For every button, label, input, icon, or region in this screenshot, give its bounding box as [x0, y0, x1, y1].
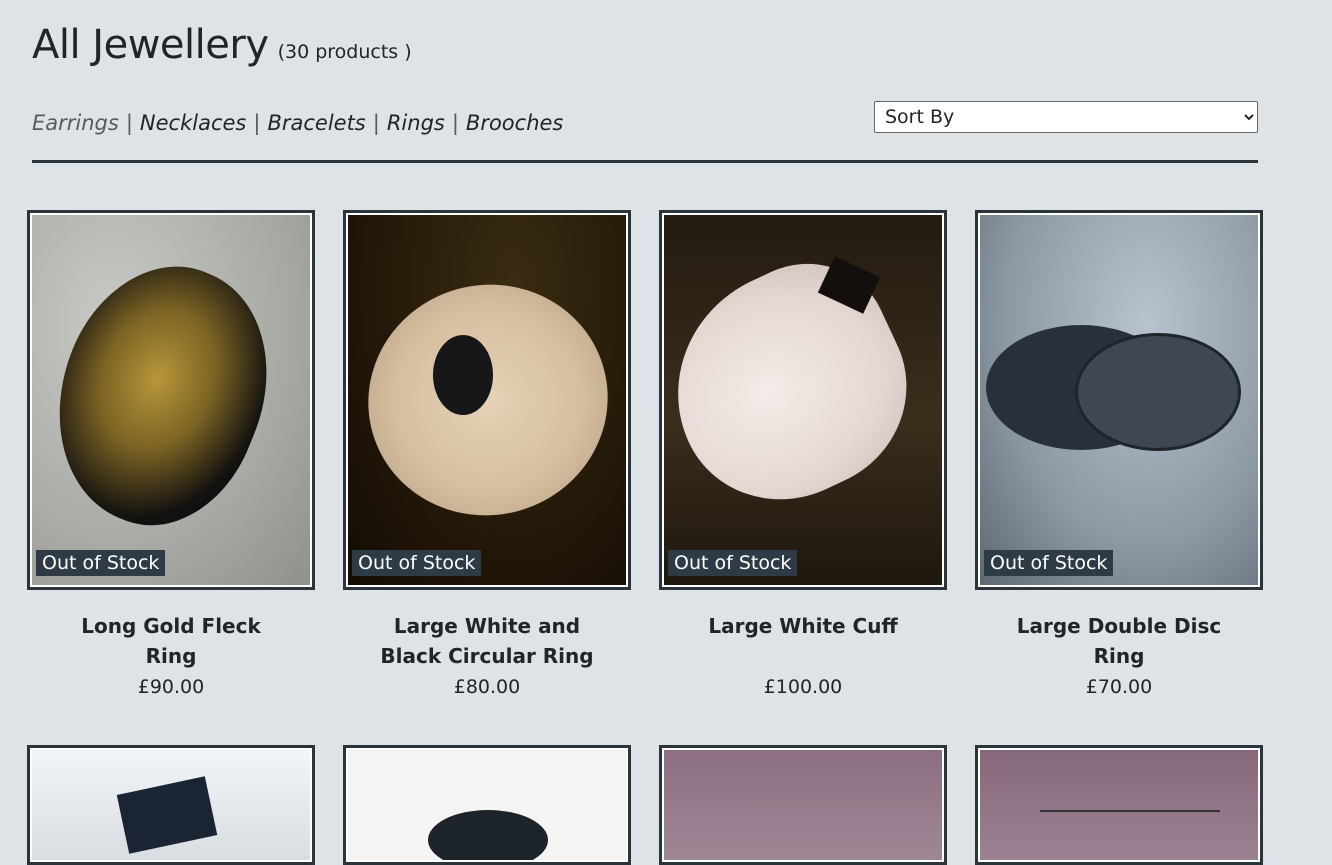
category-separator: | — [125, 111, 133, 135]
product-price: £70.00 — [1085, 676, 1153, 698]
chain-shape — [1040, 810, 1220, 812]
product-image[interactable] — [980, 215, 1258, 585]
product-price: £90.00 — [137, 676, 205, 698]
product-image-frame[interactable]: Out of Stock — [659, 210, 947, 590]
product-image-frame[interactable] — [659, 745, 947, 865]
product-image[interactable] — [32, 750, 310, 860]
product-card[interactable]: Out of Stock Large White Cuff £100.00 — [659, 210, 947, 698]
product-image[interactable] — [348, 215, 626, 585]
product-image-frame[interactable] — [27, 745, 315, 865]
product-name[interactable]: Large White and Black Circular Ring — [343, 611, 631, 671]
jewellery-shape — [428, 810, 548, 860]
product-card[interactable]: Out of Stock Large Double Disc Ring £70.… — [975, 210, 1263, 698]
product-card[interactable] — [27, 745, 315, 865]
jewellery-shape — [116, 776, 218, 854]
product-card[interactable]: Out of Stock Large White and Black Circu… — [343, 210, 631, 698]
category-link-earrings[interactable]: Earrings — [32, 111, 119, 135]
out-of-stock-badge: Out of Stock — [668, 550, 798, 576]
category-separator: | — [253, 111, 261, 135]
page-title: All Jewellery — [32, 22, 269, 68]
ring-shape — [348, 257, 626, 543]
product-name[interactable]: Large Double Disc Ring — [975, 611, 1263, 671]
product-name[interactable]: Large White Cuff — [659, 611, 947, 671]
disc-shape — [1075, 333, 1241, 451]
product-card[interactable] — [659, 745, 947, 865]
category-link-brooches[interactable]: Brooches — [466, 111, 563, 135]
product-card[interactable] — [975, 745, 1263, 865]
product-price: £80.00 — [453, 676, 521, 698]
product-image-frame[interactable] — [975, 745, 1263, 865]
ring-shape — [433, 335, 493, 415]
product-image[interactable] — [664, 750, 942, 860]
out-of-stock-badge: Out of Stock — [36, 550, 166, 576]
category-link-rings[interactable]: Rings — [387, 111, 445, 135]
cuff-shape — [664, 236, 940, 534]
product-name[interactable]: Long Gold Fleck Ring — [27, 611, 315, 671]
product-image[interactable] — [32, 215, 310, 585]
product-card[interactable]: Out of Stock Long Gold Fleck Ring £90.00 — [27, 210, 315, 698]
ring-shape — [32, 237, 304, 553]
sort-by-select[interactable]: Sort By — [874, 101, 1258, 133]
product-image[interactable] — [980, 750, 1258, 860]
product-price: £100.00 — [763, 676, 843, 698]
product-image-frame[interactable] — [343, 745, 631, 865]
out-of-stock-badge: Out of Stock — [352, 550, 482, 576]
product-image[interactable] — [348, 750, 626, 860]
category-link-bracelets[interactable]: Bracelets — [267, 111, 365, 135]
page-header: All Jewellery (30 products ) — [32, 22, 412, 68]
category-nav: Earrings | Necklaces | Bracelets | Rings | Brooc… — [32, 111, 563, 135]
category-separator: | — [372, 111, 380, 135]
product-image-frame[interactable]: Out of Stock — [27, 210, 315, 590]
product-count: (30 products ) — [277, 41, 412, 63]
category-separator: | — [451, 111, 459, 135]
product-image-frame[interactable]: Out of Stock — [975, 210, 1263, 590]
header-divider — [32, 160, 1258, 163]
product-card[interactable] — [343, 745, 631, 865]
product-image[interactable] — [664, 215, 942, 585]
out-of-stock-badge: Out of Stock — [984, 550, 1114, 576]
category-link-necklaces[interactable]: Necklaces — [140, 111, 246, 135]
product-image-frame[interactable]: Out of Stock — [343, 210, 631, 590]
